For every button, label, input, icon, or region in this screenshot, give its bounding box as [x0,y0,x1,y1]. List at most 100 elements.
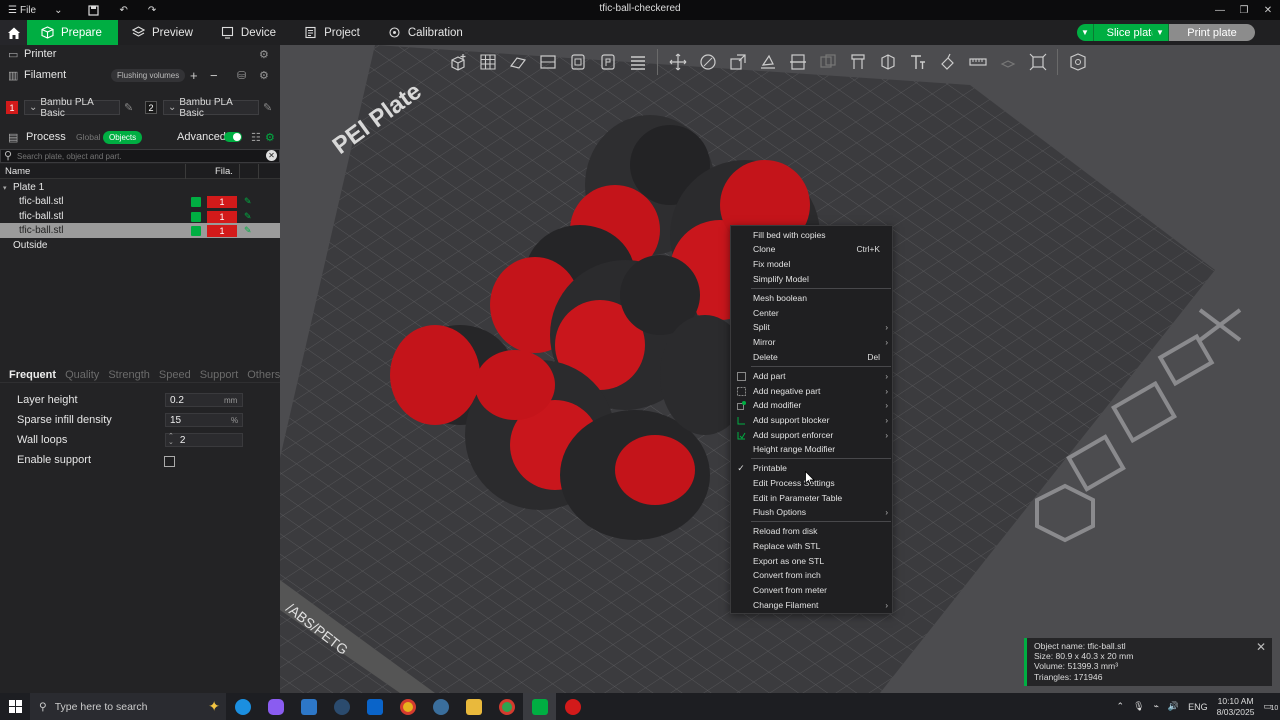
close-icon[interactable]: ✕ [1256,641,1266,653]
process-settings-icon[interactable]: ⚙ [265,131,275,144]
menu-add-support-enforcer[interactable]: Add support enforcer › [731,428,894,442]
rotate-icon[interactable] [694,48,721,75]
volume-icon[interactable]: 🔊 [1168,701,1179,712]
menu-replace-with-stl[interactable]: Replace with STL [731,539,894,553]
scale-icon[interactable] [724,48,751,75]
steam-alt-icon[interactable] [424,693,457,720]
add-filament-icon[interactable]: + [190,68,198,83]
menu-simplify-model[interactable]: Simplify Model [731,272,894,286]
menu-add-part[interactable]: Add part › [731,369,894,383]
text-tool-icon[interactable] [904,48,931,75]
calculator-icon[interactable] [292,693,325,720]
start-button[interactable] [0,693,30,720]
support-paint-icon[interactable] [844,48,871,75]
layers-menu-icon[interactable] [624,48,651,75]
chrome-icon[interactable] [391,693,424,720]
taskbar-search[interactable]: ⚲ Type here to search ✦ [30,693,226,720]
microphone-icon[interactable]: 🎙 [1133,701,1144,712]
restore-icon[interactable]: ❐ [1232,0,1256,20]
redo-icon[interactable]: ↷ [148,5,156,16]
filament-1-select[interactable]: ⌄ Bambu PLA Basic [24,97,120,119]
bambu-studio-icon[interactable] [523,693,556,720]
printer-settings-icon[interactable]: ⚙ [259,48,269,61]
recorder-icon[interactable] [556,693,589,720]
menu-edit-parameter-table[interactable]: Edit in Parameter Table [731,491,894,505]
menu-add-support-blocker[interactable]: Add support blocker › [731,413,894,427]
paint-plate-icon[interactable] [594,48,621,75]
slice-options-dropdown[interactable]: ▼ [1077,24,1094,41]
plate-row[interactable]: ▾ Plate 1 [0,180,280,195]
lay-on-face-icon[interactable] [504,48,531,75]
filament-1-edit-icon[interactable]: ✎ [124,101,133,114]
filament-2-swatch[interactable]: 2 [145,101,157,114]
file-explorer-icon[interactable] [457,693,490,720]
tab-others[interactable]: Others [238,369,280,381]
menu-clone[interactable]: Clone Ctrl+K [731,242,894,256]
cut-icon[interactable] [784,48,811,75]
stepper-arrows-icon[interactable]: ⌃ ⌄ [168,433,174,446]
print-plate-button[interactable]: Print plate [1169,24,1255,41]
printable-checkbox[interactable] [191,211,201,222]
menu-fix-model[interactable]: Fix model [731,257,894,271]
filament-2-edit-icon[interactable]: ✎ [263,101,272,114]
printable-checkbox[interactable] [191,196,201,207]
language-indicator[interactable]: ENG [1188,702,1208,712]
notifications-icon[interactable]: ▭ 10 [1263,701,1278,712]
filament-sync-icon[interactable]: ⛁ [237,69,246,82]
tab-speed[interactable]: Speed [150,369,191,381]
menu-mesh-boolean[interactable]: Mesh boolean [731,291,894,305]
printable-checkbox[interactable] [191,225,201,236]
seam-paint-icon[interactable] [874,48,901,75]
add-object-icon[interactable] [444,48,471,75]
menu-split[interactable]: Split › [731,320,894,334]
steam-icon[interactable] [325,693,358,720]
tab-project[interactable]: Project [290,20,374,45]
menu-change-filament[interactable]: Change Filament › [731,598,894,612]
menu-mirror[interactable]: Mirror › [731,335,894,349]
tab-prepare[interactable]: Prepare [27,20,118,45]
clock[interactable]: 10:10 AM 8/03/2025 [1217,696,1255,718]
object-row-3[interactable]: tfic-ball.stl 1 ✎ [0,223,280,238]
menu-convert-from-meter[interactable]: Convert from meter [731,583,894,597]
tab-device[interactable]: Device [207,20,290,45]
wall-loops-stepper[interactable]: ⌃ ⌄ 2 [165,433,243,447]
assembly-icon[interactable] [994,48,1021,75]
outlook-icon[interactable] [358,693,391,720]
menu-add-modifier[interactable]: Add modifier › [731,398,894,412]
edge-icon[interactable] [226,693,259,720]
chrome-profile-icon[interactable] [490,693,523,720]
collapse-icon[interactable]: ▾ [3,184,7,192]
menu-add-negative-part[interactable]: Add negative part › [731,384,894,398]
grid-arrange-icon[interactable] [474,48,501,75]
object-filament[interactable]: 1 [207,224,237,237]
copilot-icon[interactable] [259,693,292,720]
column-name[interactable]: Name [5,166,30,177]
network-icon[interactable]: ⌁ [1154,701,1159,712]
menu-delete[interactable]: Delete Del [731,350,894,364]
undo-icon[interactable]: ↶ [119,5,127,16]
global-toggle[interactable]: Global [76,132,101,142]
minimize-icon[interactable]: — [1208,0,1232,20]
chevron-down-icon[interactable]: ⌄ [54,5,62,16]
menu-center[interactable]: Center [731,306,894,320]
menu-convert-from-inch[interactable]: Convert from inch [731,568,894,582]
menu-export-as-one-stl[interactable]: Export as one STL [731,554,894,568]
filament-2-select[interactable]: ⌄ Bambu PLA Basic [163,97,259,119]
mesh-boolean-icon[interactable] [814,48,841,75]
close-window-icon[interactable]: ✕ [1256,0,1280,20]
print-options-dropdown[interactable]: ▼ [1152,24,1169,41]
object-search-input[interactable] [17,151,257,162]
compare-icon[interactable]: ☷ [251,131,261,144]
filament-settings-icon[interactable]: ⚙ [259,69,269,82]
object-row-2[interactable]: tfic-ball.stl 1 ✎ [0,209,280,224]
object-row-1[interactable]: tfic-ball.stl 1 ✎ [0,194,280,209]
menu-reload-from-disk[interactable]: Reload from disk [731,524,894,538]
menu-height-range-modifier[interactable]: Height range Modifier [731,442,894,456]
file-menu[interactable]: ☰ File [8,5,36,16]
move-icon[interactable] [664,48,691,75]
filament-1-swatch[interactable]: 1 [6,101,18,114]
chevron-up-icon[interactable]: ⌃ [1117,701,1125,712]
split-objects-icon[interactable] [534,48,561,75]
clear-search-icon[interactable]: ✕ [266,150,277,161]
tab-preview[interactable]: Preview [118,20,207,45]
